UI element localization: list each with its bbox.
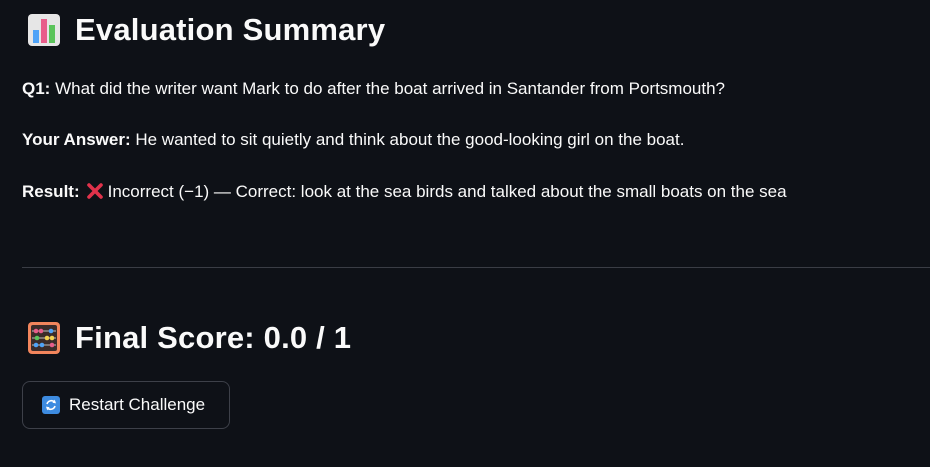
- final-score-title: Final Score: 0.0 / 1: [75, 320, 352, 355]
- question-text: What did the writer want Mark to do afte…: [50, 79, 725, 98]
- restart-button-label: Restart Challenge: [69, 395, 206, 414]
- restart-arrows-icon: [42, 396, 60, 414]
- page-title: Evaluation Summary: [75, 12, 386, 47]
- evaluation-summary-heading: Evaluation Summary: [27, 12, 385, 48]
- result-label: Result:: [22, 182, 80, 201]
- answer-line: Your Answer: He wanted to sit quietly an…: [22, 129, 684, 151]
- cross-mark-icon: [86, 182, 104, 200]
- final-score-heading: Final Score: 0.0 / 1: [27, 320, 351, 356]
- answer-text: He wanted to sit quietly and think about…: [130, 130, 685, 149]
- question-line: Q1: What did the writer want Mark to do …: [22, 78, 725, 100]
- result-line: Result: Incorrect (−1) — Correct: look a…: [22, 181, 787, 203]
- section-divider: [22, 267, 930, 268]
- bar-chart-icon: [27, 13, 61, 47]
- question-label: Q1:: [22, 79, 51, 98]
- abacus-icon: [27, 321, 61, 355]
- restart-challenge-button[interactable]: Restart Challenge: [22, 381, 230, 429]
- evaluation-page: Evaluation Summary Q1: What did the writ…: [0, 0, 930, 467]
- answer-label: Your Answer:: [22, 130, 131, 149]
- result-text: Incorrect (−1) — Correct: look at the se…: [107, 182, 787, 201]
